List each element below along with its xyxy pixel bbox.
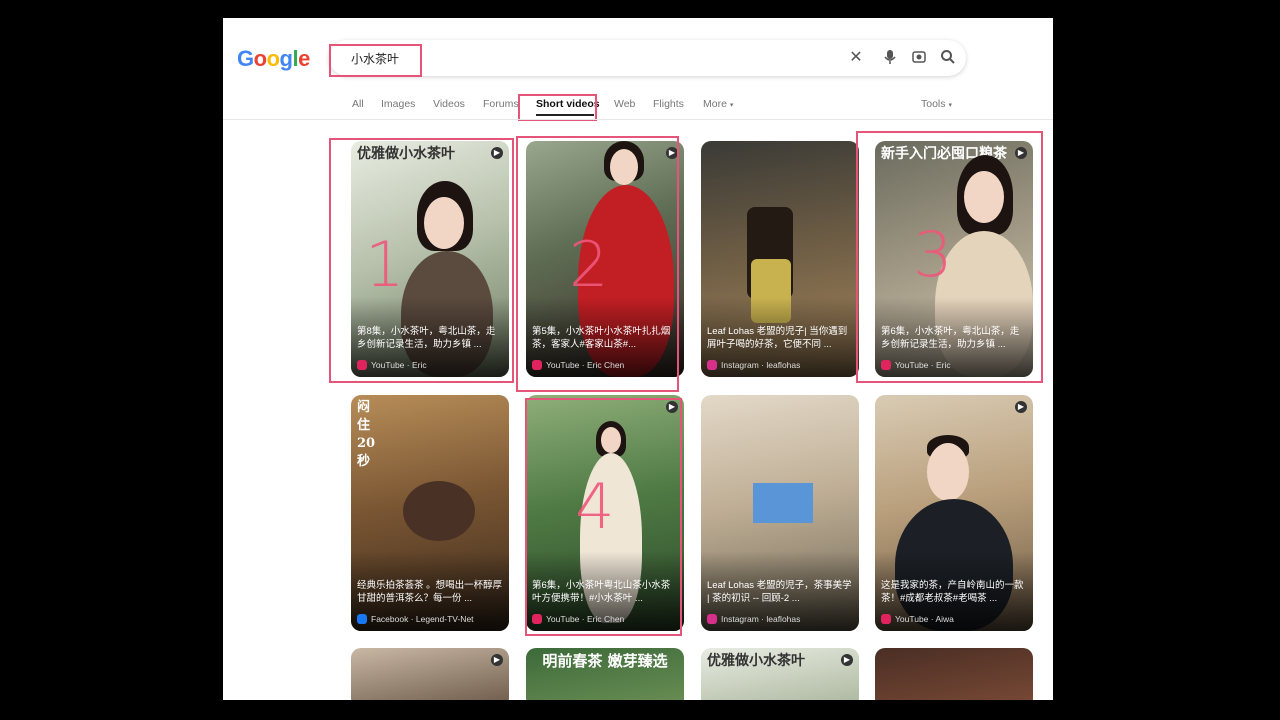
thumbnail-overlay-text: 优雅做小水茶叶 [357, 146, 455, 162]
youtube-icon [881, 614, 891, 624]
video-card[interactable] [875, 648, 1033, 700]
source-label: Instagram · leaflohas [721, 360, 801, 370]
annotation-number: 2 [569, 228, 609, 301]
tab-forums[interactable]: Forums [483, 98, 519, 110]
source-label: Facebook · Legend-TV-Net [371, 614, 474, 624]
logo-letter: o [266, 46, 280, 71]
video-source: Instagram · leaflohas [707, 614, 800, 624]
tab-more[interactable]: More ▾ [703, 98, 733, 110]
camera-lens-icon[interactable] [910, 49, 928, 67]
logo-letter: G [237, 46, 254, 71]
video-source: YouTube · Aiwa [881, 614, 954, 624]
window-shape [753, 483, 813, 523]
instagram-icon [707, 614, 717, 624]
search-tabs: All Images Videos Forums Short videos We… [223, 96, 1053, 120]
search-input[interactable]: 小水茶叶 [351, 50, 399, 67]
mic-icon[interactable] [881, 49, 899, 67]
tab-videos[interactable]: Videos [433, 98, 465, 110]
tools-label: Tools [921, 98, 946, 110]
video-card[interactable]: 明前春茶 嫩芽臻选 [526, 648, 684, 700]
tab-all[interactable]: All [352, 98, 364, 110]
chevron-down-icon: ▾ [948, 102, 952, 109]
youtube-icon [357, 360, 367, 370]
shorts-icon: ▶ [491, 654, 503, 666]
video-card[interactable]: ▶ 这是我家的茶，产自岭南山的一款茶！#成都老叔茶#老喝茶 ... YouTub… [875, 395, 1033, 631]
video-source: YouTube · Eric [881, 360, 951, 370]
logo-letter: e [298, 46, 310, 71]
tab-images[interactable]: Images [381, 98, 415, 110]
source-label: Instagram · leaflohas [721, 614, 801, 624]
browser-page: Google 小水茶叶 ✕ All Images Videos Forums S… [223, 18, 1053, 700]
search-icon[interactable] [939, 49, 957, 67]
instagram-icon [707, 360, 717, 370]
thumbnail-overlay-text: 新手入门必囤口粮茶 [881, 146, 1007, 162]
annotation-number: 3 [913, 218, 953, 291]
facebook-icon [357, 614, 367, 624]
video-thumbnail [875, 648, 1033, 700]
chevron-down-icon: ▾ [729, 102, 734, 109]
tab-flights[interactable]: Flights [653, 98, 684, 110]
tab-more-label: More [703, 98, 727, 110]
person-face [601, 427, 621, 453]
video-thumbnail [351, 648, 509, 700]
header-divider [223, 119, 1053, 120]
thumbnail-overlay-text: 明前春茶 嫩芽臻选 [542, 652, 668, 670]
active-tab-indicator [536, 114, 594, 116]
video-card[interactable]: 新手入门必囤口粮茶 ▶ 第6集，小水茶叶，粤北山茶，走乡创新记录生活，助力乡镇 … [875, 141, 1033, 377]
shorts-icon: ▶ [491, 147, 503, 159]
video-source: YouTube · Eric Chen [532, 614, 624, 624]
video-card[interactable]: Leaf Lohas 老盟的児子| 当你遇到屑叶子喝的好茶，它便不同 ... I… [701, 141, 859, 377]
search-bar[interactable]: 小水茶叶 ✕ [329, 40, 966, 76]
video-title: 这是我家的茶，产自岭南山的一款茶！#成都老叔茶#老喝茶 ... [881, 580, 1024, 604]
annotation-number: 1 [365, 228, 405, 301]
annotation-number: 4 [575, 470, 615, 543]
video-card[interactable]: ▶ [351, 648, 509, 700]
shorts-icon: ▶ [666, 401, 678, 413]
person-face [964, 171, 1004, 223]
video-source: Facebook · Legend-TV-Net [357, 614, 474, 624]
tab-web[interactable]: Web [614, 98, 635, 110]
video-card[interactable]: 优雅做小水茶叶 ▶ [701, 648, 859, 700]
person-face [424, 197, 464, 249]
source-label: YouTube · Eric [371, 360, 427, 370]
close-icon[interactable]: ✕ [847, 49, 865, 67]
video-card[interactable]: 闷住20秒 经典乐拍茶荟茶 。想喝出一杯醇厚甘甜的普洱茶么？每一份 ... Fa… [351, 395, 509, 631]
source-label: YouTube · Aiwa [895, 614, 954, 624]
logo-letter: o [253, 46, 267, 71]
video-title: 第6集，小水茶叶粤北山茶小水茶叶方便携带！#小水茶叶 ... [532, 580, 671, 604]
video-source: YouTube · Eric [357, 360, 427, 370]
shorts-icon: ▶ [1015, 147, 1027, 159]
person-face [610, 149, 638, 185]
video-title: Leaf Lohas 老盟的児子| 当你遇到屑叶子喝的好茶，它便不同 ... [707, 326, 848, 350]
logo-letter: g [279, 46, 293, 71]
video-title: Leaf Lohas 老盟的児子，茶事美学 | 茶的初识 -- 回顾-2 ... [707, 580, 852, 604]
google-logo[interactable]: Google [237, 46, 310, 72]
source-label: YouTube · Eric Chen [546, 614, 625, 624]
person-face [927, 443, 969, 501]
youtube-icon [881, 360, 891, 370]
source-label: YouTube · Eric [895, 360, 951, 370]
video-source: YouTube · Eric Chen [532, 360, 624, 370]
teapot-shape [403, 481, 475, 541]
source-label: YouTube · Eric Chen [546, 360, 625, 370]
thumbnail-overlay-text: 闷住20秒 [357, 400, 376, 469]
youtube-icon [532, 614, 542, 624]
tab-short-videos[interactable]: Short videos [536, 98, 600, 110]
video-title: 第8集，小水茶叶，粤北山茶，走乡创新记录生活，助力乡镇 ... [357, 326, 496, 350]
video-title: 第6集，小水茶叶，粤北山茶，走乡创新记录生活，助力乡镇 ... [881, 326, 1020, 350]
video-source: Instagram · leaflohas [707, 360, 800, 370]
shorts-icon: ▶ [1015, 401, 1027, 413]
shorts-icon: ▶ [666, 147, 678, 159]
video-title: 经典乐拍茶荟茶 。想喝出一杯醇厚甘甜的普洱茶么？每一份 ... [357, 580, 503, 604]
video-card[interactable]: Leaf Lohas 老盟的児子，茶事美学 | 茶的初识 -- 回顾-2 ...… [701, 395, 859, 631]
shorts-icon: ▶ [841, 654, 853, 666]
video-title: 第5集，小水茶叶小水茶叶扎扎烟茶，客家人#客家山茶#... [532, 326, 671, 350]
youtube-icon [532, 360, 542, 370]
thumbnail-overlay-text: 优雅做小水茶叶 [707, 653, 805, 669]
tools-button[interactable]: Tools ▾ [921, 98, 952, 110]
